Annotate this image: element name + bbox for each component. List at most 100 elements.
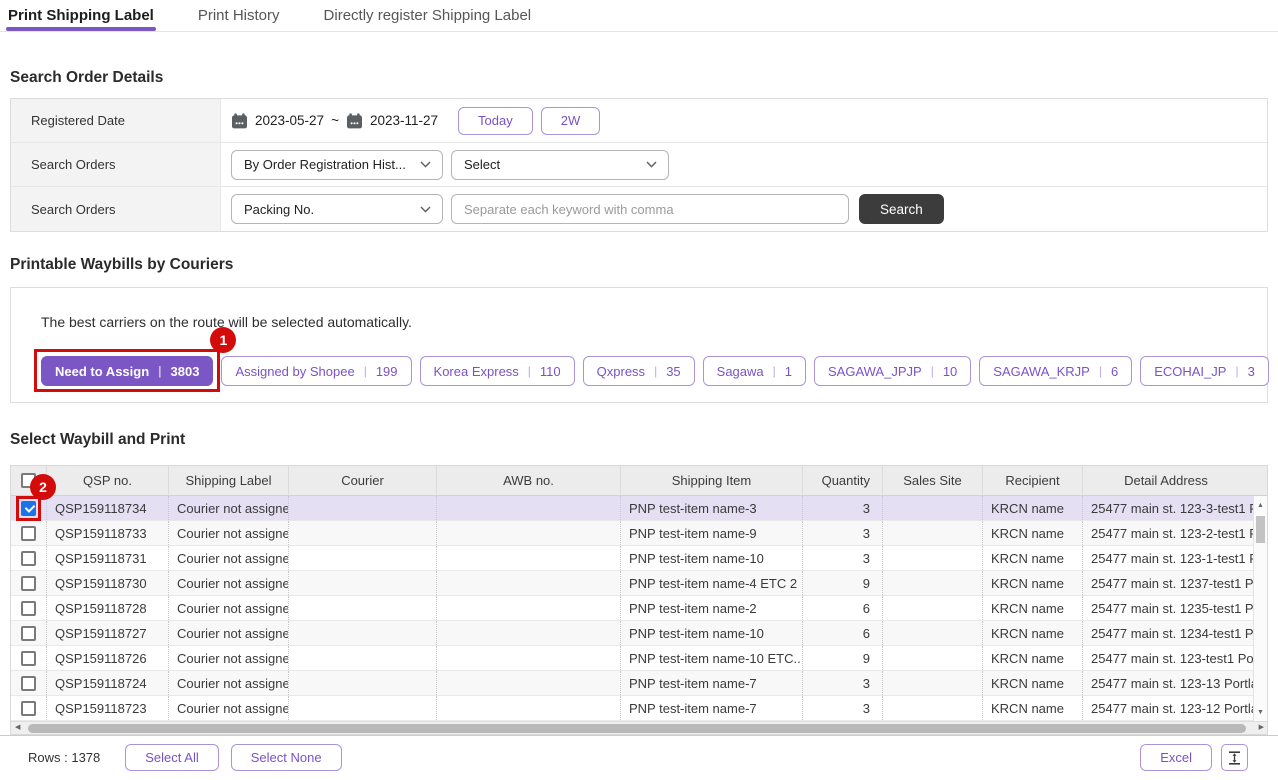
row-checkbox[interactable]	[21, 626, 36, 641]
cell-quantity: 3	[803, 521, 883, 545]
cell-sales-site	[883, 546, 983, 570]
cell-recipient: KRCN name	[983, 621, 1083, 645]
vertical-scrollbar[interactable]: ▲ ▼	[1253, 496, 1267, 721]
cell-shipping-label: Courier not assigned	[169, 571, 289, 595]
keyword-type-select[interactable]: Packing No.	[231, 194, 443, 224]
courier-filter-button[interactable]: Korea Express | 110	[420, 356, 575, 386]
cell-shipping-item: PNP test-item name-3	[621, 496, 803, 520]
search-orders-keyword-row: Search Orders Packing No. Search	[11, 187, 1267, 231]
search-button[interactable]: Search	[859, 194, 944, 224]
cell-quantity: 6	[803, 596, 883, 620]
cell-courier	[289, 696, 437, 720]
table-row: QSP159118723 Courier not assigned PNP te…	[11, 696, 1267, 721]
scroll-left-icon[interactable]: ◀	[15, 723, 20, 731]
cell-quantity: 3	[803, 496, 883, 520]
row-checkbox[interactable]	[21, 576, 36, 591]
scroll-down-icon[interactable]: ▼	[1254, 709, 1267, 716]
waybill-table: QSP no.Shipping LabelCourierAWB no.Shipp…	[10, 465, 1268, 735]
cell-awb-no	[437, 696, 621, 720]
courier-button-wrap: SAGAWA_KRJP | 6	[979, 356, 1132, 386]
row-checkbox[interactable]	[21, 501, 36, 516]
search-section-title: Search Order Details	[10, 69, 1278, 87]
cell-courier	[289, 646, 437, 670]
order-history-select[interactable]: By Order Registration Hist...	[231, 150, 443, 180]
courier-count: 1	[785, 364, 792, 379]
calendar-icon[interactable]	[231, 113, 248, 129]
calendar-icon[interactable]	[346, 113, 363, 129]
tab-print-shipping-label[interactable]: Print Shipping Label	[8, 0, 154, 31]
excel-button[interactable]: Excel	[1140, 744, 1212, 771]
table-footer: Rows : 1378 Select All Select None Excel	[0, 735, 1278, 779]
column-header: Quantity	[803, 466, 883, 495]
cell-recipient: KRCN name	[983, 696, 1083, 720]
courier-filter-button[interactable]: Sagawa | 1	[703, 356, 806, 386]
cell-qsp-no: QSP159118727	[47, 621, 169, 645]
cell-courier	[289, 571, 437, 595]
table-row: QSP159118731 Courier not assigned PNP te…	[11, 546, 1267, 571]
cell-quantity: 3	[803, 696, 883, 720]
cell-shipping-label: Courier not assigned	[169, 521, 289, 545]
row-checkbox-cell	[11, 596, 47, 620]
cell-shipping-item: PNP test-item name-10	[621, 546, 803, 570]
select-none-button[interactable]: Select None	[231, 744, 342, 771]
table-row: QSP159118730 Courier not assigned PNP te…	[11, 571, 1267, 596]
row-checkbox[interactable]	[21, 676, 36, 691]
cell-quantity: 3	[803, 671, 883, 695]
table-row: QSP159118726 Courier not assigned PNP te…	[11, 646, 1267, 671]
row-checkbox-cell	[11, 571, 47, 595]
cell-courier	[289, 496, 437, 520]
courier-filter-button[interactable]: Need to Assign | 3803	[41, 356, 213, 386]
today-button[interactable]: Today	[458, 107, 533, 135]
tab-print-history[interactable]: Print History	[198, 0, 280, 31]
resize-table-button[interactable]	[1221, 744, 1248, 771]
courier-filter-button[interactable]: Qxpress | 35	[583, 356, 695, 386]
keyword-input[interactable]	[451, 194, 849, 224]
column-header: Courier	[289, 466, 437, 495]
courier-name: Qxpress	[597, 364, 645, 379]
cell-sales-site	[883, 571, 983, 595]
cell-detail-address: 25477 main st. 123-test1 Por	[1083, 646, 1267, 670]
courier-filter-button[interactable]: SAGAWA_JPJP | 10	[814, 356, 971, 386]
courier-button-wrap: Sagawa | 1	[703, 356, 806, 386]
keyword-type-select-value: Packing No.	[244, 202, 314, 217]
column-header: Shipping Label	[169, 466, 289, 495]
courier-button-wrap: Qxpress | 35	[583, 356, 695, 386]
courier-divider: |	[773, 364, 776, 378]
start-date-value[interactable]: 2023-05-27	[255, 113, 324, 128]
cell-courier	[289, 521, 437, 545]
tab-directly-register-shipping-label[interactable]: Directly register Shipping Label	[324, 0, 532, 31]
vertical-scrollbar-thumb[interactable]	[1256, 516, 1265, 543]
two-week-button[interactable]: 2W	[541, 107, 601, 135]
rows-count-label: Rows : 1378	[28, 750, 100, 765]
horizontal-scrollbar[interactable]: ◀ ▶	[11, 721, 1267, 734]
cell-sales-site	[883, 621, 983, 645]
row-checkbox-cell	[11, 546, 47, 570]
table-row: QSP159118724 Courier not assigned PNP te…	[11, 671, 1267, 696]
courier-name: SAGAWA_KRJP	[993, 364, 1090, 379]
row-checkbox[interactable]	[21, 526, 36, 541]
courier-name: Korea Express	[434, 364, 519, 379]
scroll-up-icon[interactable]: ▲	[1254, 502, 1267, 509]
courier-name: SAGAWA_JPJP	[828, 364, 922, 379]
cell-recipient: KRCN name	[983, 496, 1083, 520]
row-checkbox[interactable]	[21, 701, 36, 716]
select-all-button[interactable]: Select All	[125, 744, 218, 771]
horizontal-scrollbar-thumb[interactable]	[28, 724, 1246, 733]
courier-count: 6	[1111, 364, 1118, 379]
courier-filter-button[interactable]: Assigned by Shopee | 199	[221, 356, 411, 386]
order-status-select-value: Select	[464, 157, 500, 172]
courier-filter-button[interactable]: ECOHAI_JP | 3	[1140, 356, 1269, 386]
cell-sales-site	[883, 671, 983, 695]
cell-shipping-label: Courier not assigned	[169, 621, 289, 645]
cell-courier	[289, 621, 437, 645]
cell-detail-address: 25477 main st. 1234-test1 Po	[1083, 621, 1267, 645]
row-checkbox[interactable]	[21, 601, 36, 616]
scroll-right-icon[interactable]: ▶	[1259, 723, 1264, 731]
order-status-select[interactable]: Select	[451, 150, 669, 180]
end-date-value[interactable]: 2023-11-27	[370, 113, 438, 128]
cell-shipping-item: PNP test-item name-10 ETC...	[621, 646, 803, 670]
courier-filter-button[interactable]: SAGAWA_KRJP | 6	[979, 356, 1132, 386]
row-checkbox[interactable]	[21, 551, 36, 566]
cell-quantity: 3	[803, 546, 883, 570]
row-checkbox[interactable]	[21, 651, 36, 666]
